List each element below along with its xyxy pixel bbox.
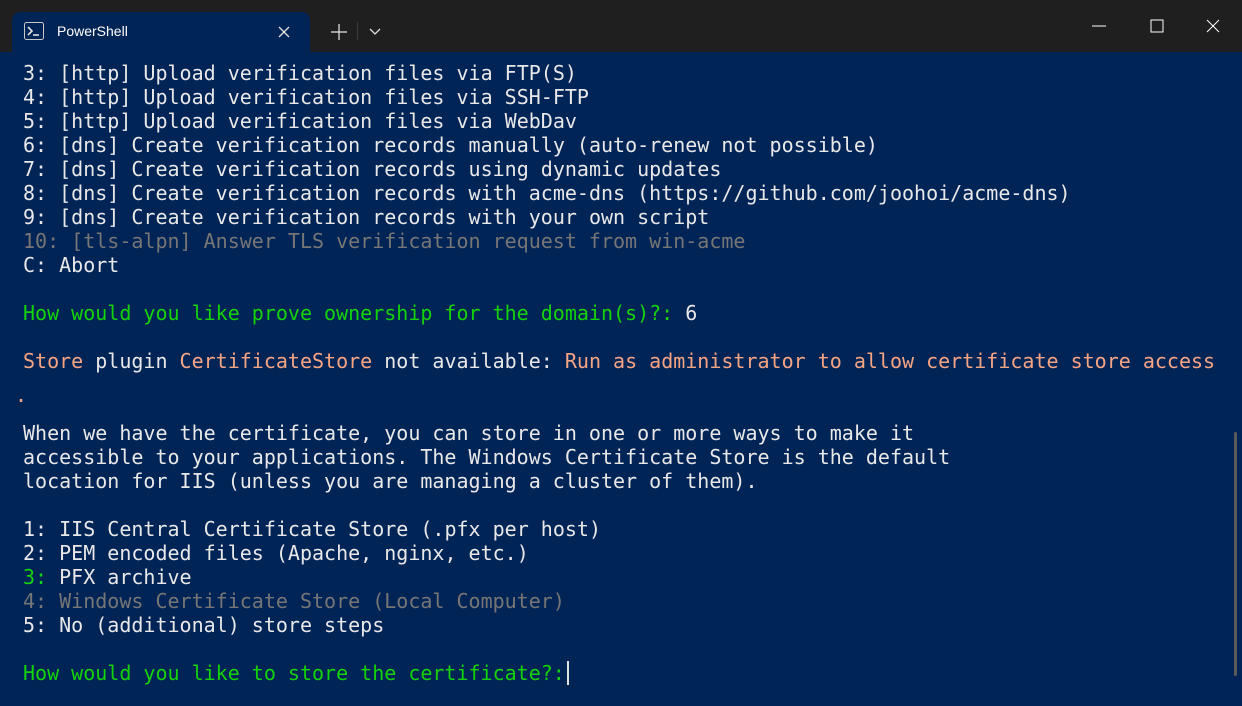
store-option-line-disabled: 4: Windows Certificate Store (Local Comp…: [23, 589, 565, 613]
new-tab-button[interactable]: [322, 16, 356, 46]
info-line: When we have the certificate, you can st…: [23, 421, 915, 445]
tab-separator: [357, 22, 358, 40]
store-prompt[interactable]: How would you like to store the certific…: [23, 661, 569, 685]
tab-title: PowerShell: [57, 23, 128, 39]
tab-powershell[interactable]: PowerShell: [12, 12, 310, 52]
plus-icon: [331, 24, 347, 40]
store-option-line: 1: IIS Central Certificate Store (.pfx p…: [23, 517, 601, 541]
warning-wrap: .: [15, 383, 28, 407]
maximize-button[interactable]: [1128, 0, 1186, 52]
warning-line: Store plugin CertificateStore not availa…: [23, 349, 1216, 373]
title-bar[interactable]: PowerShell: [0, 0, 1242, 52]
close-icon: [1206, 19, 1220, 33]
powershell-icon: [24, 22, 44, 40]
option-line-disabled: 10: [tls-alpn] Answer TLS verification r…: [23, 229, 746, 253]
option-line: C: Abort: [23, 253, 120, 277]
store-option-line: 5: No (additional) store steps: [23, 613, 385, 637]
chevron-down-icon: [369, 28, 381, 35]
option-line: 9: [dns] Create verification records wit…: [23, 205, 710, 229]
ownership-prompt: How would you like prove ownership for t…: [23, 301, 698, 325]
maximize-icon: [1150, 19, 1164, 33]
info-line: accessible to your applications. The Win…: [23, 445, 951, 469]
info-line: location for IIS (unless you are managin…: [23, 469, 758, 493]
store-option-line: 2: PEM encoded files (Apache, nginx, etc…: [23, 541, 529, 565]
option-line: 8: [dns] Create verification records wit…: [23, 181, 1071, 205]
option-line: 6: [dns] Create verification records man…: [23, 133, 878, 157]
close-window-button[interactable]: [1184, 0, 1242, 52]
scrollbar[interactable]: [1234, 432, 1237, 676]
terminal-window: PowerShell 3: [http] Upload verification…: [0, 0, 1242, 706]
option-line: 5: [http] Upload verification files via …: [23, 109, 577, 133]
tab-dropdown-button[interactable]: [360, 16, 390, 46]
terminal-output[interactable]: 3: [http] Upload verification files via …: [0, 52, 1242, 706]
close-icon[interactable]: [274, 22, 294, 42]
option-line: 3: [http] Upload verification files via …: [23, 61, 577, 85]
store-option-line-default: 3: PFX archive: [23, 565, 192, 589]
ownership-answer: 6: [673, 301, 698, 325]
text-cursor: [566, 661, 569, 685]
option-line: 4: [http] Upload verification files via …: [23, 85, 589, 109]
option-line: 7: [dns] Create verification records usi…: [23, 157, 722, 181]
minimize-button[interactable]: [1070, 0, 1128, 52]
